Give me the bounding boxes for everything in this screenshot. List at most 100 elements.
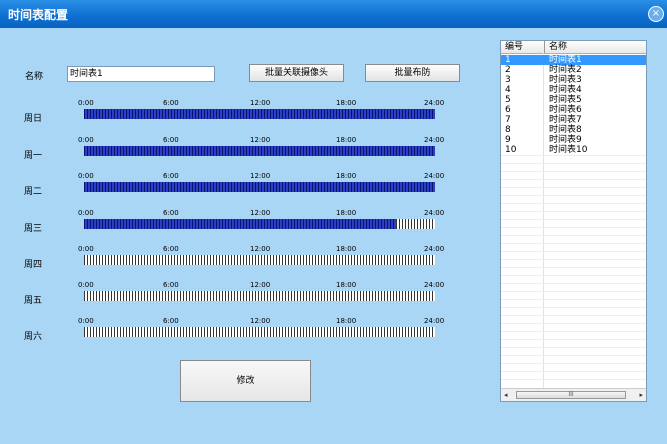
row-gridline bbox=[501, 155, 646, 156]
list-item-id: 1 bbox=[505, 55, 511, 65]
list-item-name: 时间表5 bbox=[549, 95, 582, 105]
list-item-id: 9 bbox=[505, 135, 511, 145]
row-gridline bbox=[501, 259, 646, 260]
name-field[interactable]: 时间表1 bbox=[67, 66, 215, 82]
row-gridline bbox=[501, 163, 646, 164]
scroll-thumb[interactable]: III bbox=[516, 391, 626, 399]
day-timeline[interactable]: 0:00 6:00 12:00 18:00 24:00 bbox=[78, 172, 444, 192]
row-gridline bbox=[501, 275, 646, 276]
list-item[interactable]: 6 时间表6 bbox=[501, 105, 646, 115]
row-gridline bbox=[501, 339, 646, 340]
batch-arm-button[interactable]: 批量布防 bbox=[365, 64, 460, 82]
timeline-ticks: 0:00 6:00 12:00 18:00 24:00 bbox=[78, 136, 444, 145]
list-item-name: 时间表3 bbox=[549, 75, 582, 85]
timeline-ticks: 0:00 6:00 12:00 18:00 24:00 bbox=[78, 245, 444, 254]
row-gridline bbox=[501, 331, 646, 332]
list-item-name: 时间表1 bbox=[549, 55, 582, 65]
list-item-id: 7 bbox=[505, 115, 511, 125]
row-gridline bbox=[501, 299, 646, 300]
row-gridline bbox=[501, 251, 646, 252]
day-timeline[interactable]: 0:00 6:00 12:00 18:00 24:00 bbox=[78, 245, 444, 265]
list-item[interactable]: 1 时间表1 bbox=[501, 55, 646, 65]
armed-period[interactable] bbox=[84, 146, 435, 156]
tick-label: 18:00 bbox=[336, 99, 357, 107]
day-timeline[interactable]: 0:00 6:00 12:00 18:00 24:00 bbox=[78, 317, 444, 337]
row-gridline bbox=[501, 363, 646, 364]
day-label: 周四 bbox=[24, 260, 43, 270]
row-gridline bbox=[501, 227, 646, 228]
list-item[interactable]: 9 时间表9 bbox=[501, 135, 646, 145]
column-id-header[interactable]: 编号 bbox=[505, 41, 523, 53]
tick-label: 0:00 bbox=[78, 245, 94, 253]
list-item-name: 时间表4 bbox=[549, 85, 582, 95]
tick-label: 6:00 bbox=[163, 209, 179, 217]
tick-label: 6:00 bbox=[163, 172, 179, 180]
list-item[interactable]: 4 时间表4 bbox=[501, 85, 646, 95]
list-item-id: 4 bbox=[505, 85, 511, 95]
day-timeline[interactable]: 0:00 6:00 12:00 18:00 24:00 bbox=[78, 136, 444, 156]
timeline-bar[interactable] bbox=[84, 291, 435, 301]
timeline-ticks: 0:00 6:00 12:00 18:00 24:00 bbox=[78, 172, 444, 181]
row-gridline bbox=[501, 323, 646, 324]
list-item[interactable]: 2 时间表2 bbox=[501, 65, 646, 75]
list-item[interactable]: 3 时间表3 bbox=[501, 75, 646, 85]
tick-label: 18:00 bbox=[336, 136, 357, 144]
tick-label: 0:00 bbox=[78, 172, 94, 180]
row-gridline bbox=[501, 211, 646, 212]
armed-period[interactable] bbox=[84, 219, 397, 229]
window-title: 时间表配置 bbox=[8, 8, 69, 22]
list-item[interactable]: 7 时间表7 bbox=[501, 115, 646, 125]
schedule-list[interactable]: 编号 名称 1 时间表1 2 时间表2 3 时间表3 4 时间表4 5 时间表5 6 时间表6 7 时间表… bbox=[500, 40, 647, 402]
tick-label: 24:00 bbox=[424, 99, 445, 107]
day-timeline[interactable]: 0:00 6:00 12:00 18:00 24:00 bbox=[78, 281, 444, 301]
list-item-name: 时间表6 bbox=[549, 105, 582, 115]
armed-period[interactable] bbox=[84, 109, 435, 119]
row-gridline bbox=[501, 203, 646, 204]
tick-label: 6:00 bbox=[163, 281, 179, 289]
armed-period[interactable] bbox=[84, 182, 435, 192]
day-label: 周日 bbox=[24, 114, 43, 124]
batch-camera-button[interactable]: 批量关联摄像头 bbox=[249, 64, 344, 82]
day-timeline[interactable]: 0:00 6:00 12:00 18:00 24:00 bbox=[78, 209, 444, 229]
list-item[interactable]: 5 时间表5 bbox=[501, 95, 646, 105]
timeline-ticks: 0:00 6:00 12:00 18:00 24:00 bbox=[78, 281, 444, 290]
tick-label: 12:00 bbox=[250, 172, 271, 180]
row-gridline bbox=[501, 235, 646, 236]
list-item-name: 时间表2 bbox=[549, 65, 582, 75]
row-gridline bbox=[501, 347, 646, 348]
list-item-id: 2 bbox=[505, 65, 511, 75]
timeline-bar[interactable] bbox=[84, 327, 435, 337]
close-button[interactable]: × bbox=[648, 6, 664, 22]
scroll-right-icon[interactable]: ▸ bbox=[639, 391, 643, 399]
scroll-left-icon[interactable]: ◂ bbox=[504, 391, 508, 399]
row-gridline bbox=[501, 219, 646, 220]
tick-label: 18:00 bbox=[336, 172, 357, 180]
tick-label: 24:00 bbox=[424, 281, 445, 289]
column-name-header[interactable]: 名称 bbox=[544, 41, 567, 53]
list-item-id: 6 bbox=[505, 105, 511, 115]
day-label: 周一 bbox=[24, 151, 43, 161]
list-item[interactable]: 8 时间表8 bbox=[501, 125, 646, 135]
list-item-name: 时间表9 bbox=[549, 135, 582, 145]
tick-label: 0:00 bbox=[78, 209, 94, 217]
day-label: 周二 bbox=[24, 187, 43, 197]
tick-label: 18:00 bbox=[336, 317, 357, 325]
timeline-bar[interactable] bbox=[84, 255, 435, 265]
row-gridline bbox=[501, 243, 646, 244]
timeline-ticks: 0:00 6:00 12:00 18:00 24:00 bbox=[78, 209, 444, 218]
tick-label: 24:00 bbox=[424, 317, 445, 325]
tick-label: 12:00 bbox=[250, 245, 271, 253]
tick-label: 24:00 bbox=[424, 245, 445, 253]
tick-label: 0:00 bbox=[78, 317, 94, 325]
modify-button[interactable]: 修改 bbox=[180, 360, 311, 402]
tick-label: 6:00 bbox=[163, 245, 179, 253]
tick-label: 12:00 bbox=[250, 209, 271, 217]
row-gridline bbox=[501, 307, 646, 308]
day-timeline[interactable]: 0:00 6:00 12:00 18:00 24:00 bbox=[78, 99, 444, 119]
name-label: 名称 bbox=[25, 72, 44, 82]
tick-label: 18:00 bbox=[336, 281, 357, 289]
row-gridline bbox=[501, 187, 646, 188]
horizontal-scrollbar[interactable]: ◂ III ▸ bbox=[501, 388, 646, 401]
tick-label: 24:00 bbox=[424, 209, 445, 217]
list-item[interactable]: 10 时间表10 bbox=[501, 145, 646, 155]
